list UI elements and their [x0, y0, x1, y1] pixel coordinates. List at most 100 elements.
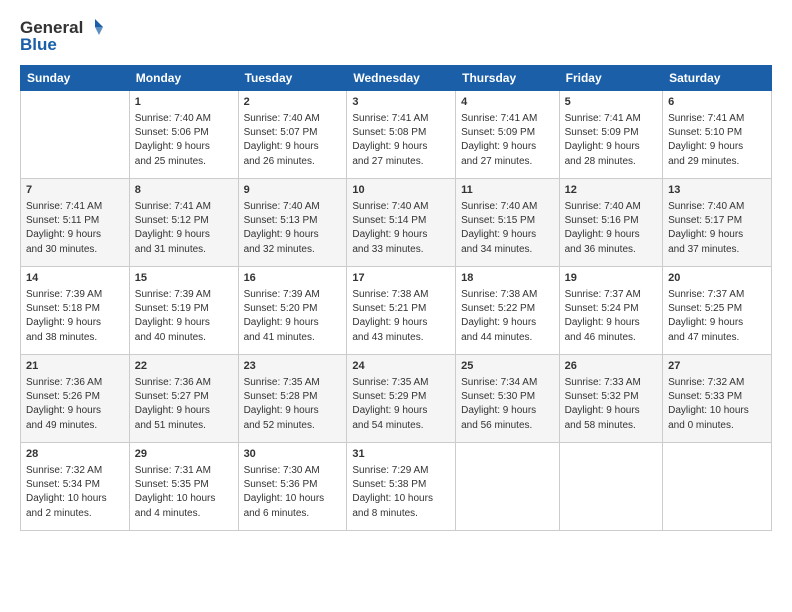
day-info: Sunrise: 7:29 AM Sunset: 5:38 PM Dayligh…: [352, 464, 450, 521]
day-number: 20: [668, 271, 766, 287]
calendar-cell: 28Sunrise: 7:32 AM Sunset: 5:34 PM Dayli…: [21, 443, 130, 531]
day-info: Sunrise: 7:37 AM Sunset: 5:24 PM Dayligh…: [565, 288, 658, 345]
day-number: 6: [668, 95, 766, 111]
calendar-cell: 26Sunrise: 7:33 AM Sunset: 5:32 PM Dayli…: [559, 355, 663, 443]
calendar-cell: 6Sunrise: 7:41 AM Sunset: 5:10 PM Daylig…: [663, 91, 772, 179]
calendar-page: General Blue SundayMondayTuesdayWednesda…: [0, 0, 792, 612]
calendar-cell: 11Sunrise: 7:40 AM Sunset: 5:15 PM Dayli…: [456, 179, 560, 267]
weekday-header: Wednesday: [347, 66, 456, 91]
calendar-cell: 19Sunrise: 7:37 AM Sunset: 5:24 PM Dayli…: [559, 267, 663, 355]
day-number: 1: [135, 95, 233, 111]
day-number: 15: [135, 271, 233, 287]
calendar-cell: 29Sunrise: 7:31 AM Sunset: 5:35 PM Dayli…: [129, 443, 238, 531]
day-info: Sunrise: 7:35 AM Sunset: 5:29 PM Dayligh…: [352, 376, 450, 433]
calendar-week-row: 14Sunrise: 7:39 AM Sunset: 5:18 PM Dayli…: [21, 267, 772, 355]
calendar-week-row: 21Sunrise: 7:36 AM Sunset: 5:26 PM Dayli…: [21, 355, 772, 443]
calendar-cell: 10Sunrise: 7:40 AM Sunset: 5:14 PM Dayli…: [347, 179, 456, 267]
day-info: Sunrise: 7:34 AM Sunset: 5:30 PM Dayligh…: [461, 376, 554, 433]
calendar-cell: [559, 443, 663, 531]
calendar-cell: 18Sunrise: 7:38 AM Sunset: 5:22 PM Dayli…: [456, 267, 560, 355]
day-info: Sunrise: 7:40 AM Sunset: 5:07 PM Dayligh…: [244, 112, 342, 169]
calendar-cell: 22Sunrise: 7:36 AM Sunset: 5:27 PM Dayli…: [129, 355, 238, 443]
day-info: Sunrise: 7:38 AM Sunset: 5:22 PM Dayligh…: [461, 288, 554, 345]
day-info: Sunrise: 7:39 AM Sunset: 5:18 PM Dayligh…: [26, 288, 124, 345]
calendar-cell: 23Sunrise: 7:35 AM Sunset: 5:28 PM Dayli…: [238, 355, 347, 443]
day-info: Sunrise: 7:36 AM Sunset: 5:27 PM Dayligh…: [135, 376, 233, 433]
day-number: 5: [565, 95, 658, 111]
day-info: Sunrise: 7:39 AM Sunset: 5:20 PM Dayligh…: [244, 288, 342, 345]
calendar-cell: [21, 91, 130, 179]
calendar-cell: 24Sunrise: 7:35 AM Sunset: 5:29 PM Dayli…: [347, 355, 456, 443]
day-info: Sunrise: 7:40 AM Sunset: 5:13 PM Dayligh…: [244, 200, 342, 257]
day-number: 14: [26, 271, 124, 287]
calendar-cell: 1Sunrise: 7:40 AM Sunset: 5:06 PM Daylig…: [129, 91, 238, 179]
calendar-cell: 4Sunrise: 7:41 AM Sunset: 5:09 PM Daylig…: [456, 91, 560, 179]
day-info: Sunrise: 7:41 AM Sunset: 5:12 PM Dayligh…: [135, 200, 233, 257]
logo: General Blue: [20, 18, 105, 55]
day-number: 18: [461, 271, 554, 287]
day-info: Sunrise: 7:40 AM Sunset: 5:16 PM Dayligh…: [565, 200, 658, 257]
calendar-week-row: 7Sunrise: 7:41 AM Sunset: 5:11 PM Daylig…: [21, 179, 772, 267]
calendar-cell: 20Sunrise: 7:37 AM Sunset: 5:25 PM Dayli…: [663, 267, 772, 355]
day-number: 22: [135, 359, 233, 375]
calendar-cell: 30Sunrise: 7:30 AM Sunset: 5:36 PM Dayli…: [238, 443, 347, 531]
calendar-cell: 27Sunrise: 7:32 AM Sunset: 5:33 PM Dayli…: [663, 355, 772, 443]
day-number: 25: [461, 359, 554, 375]
calendar-cell: 31Sunrise: 7:29 AM Sunset: 5:38 PM Dayli…: [347, 443, 456, 531]
calendar-cell: 8Sunrise: 7:41 AM Sunset: 5:12 PM Daylig…: [129, 179, 238, 267]
day-number: 31: [352, 447, 450, 463]
calendar-cell: 14Sunrise: 7:39 AM Sunset: 5:18 PM Dayli…: [21, 267, 130, 355]
calendar-cell: 3Sunrise: 7:41 AM Sunset: 5:08 PM Daylig…: [347, 91, 456, 179]
day-number: 2: [244, 95, 342, 111]
day-info: Sunrise: 7:41 AM Sunset: 5:09 PM Dayligh…: [461, 112, 554, 169]
day-number: 13: [668, 183, 766, 199]
day-number: 29: [135, 447, 233, 463]
day-info: Sunrise: 7:38 AM Sunset: 5:21 PM Dayligh…: [352, 288, 450, 345]
day-info: Sunrise: 7:41 AM Sunset: 5:11 PM Dayligh…: [26, 200, 124, 257]
calendar-cell: 2Sunrise: 7:40 AM Sunset: 5:07 PM Daylig…: [238, 91, 347, 179]
header: General Blue: [20, 18, 772, 55]
day-number: 3: [352, 95, 450, 111]
day-info: Sunrise: 7:40 AM Sunset: 5:17 PM Dayligh…: [668, 200, 766, 257]
logo-blue: Blue: [20, 35, 105, 55]
day-number: 9: [244, 183, 342, 199]
day-number: 11: [461, 183, 554, 199]
day-info: Sunrise: 7:32 AM Sunset: 5:33 PM Dayligh…: [668, 376, 766, 433]
day-number: 23: [244, 359, 342, 375]
day-number: 4: [461, 95, 554, 111]
weekday-header: Tuesday: [238, 66, 347, 91]
day-info: Sunrise: 7:37 AM Sunset: 5:25 PM Dayligh…: [668, 288, 766, 345]
day-number: 16: [244, 271, 342, 287]
day-info: Sunrise: 7:35 AM Sunset: 5:28 PM Dayligh…: [244, 376, 342, 433]
day-number: 28: [26, 447, 124, 463]
calendar-cell: 5Sunrise: 7:41 AM Sunset: 5:09 PM Daylig…: [559, 91, 663, 179]
calendar-cell: 21Sunrise: 7:36 AM Sunset: 5:26 PM Dayli…: [21, 355, 130, 443]
day-info: Sunrise: 7:32 AM Sunset: 5:34 PM Dayligh…: [26, 464, 124, 521]
calendar-cell: 13Sunrise: 7:40 AM Sunset: 5:17 PM Dayli…: [663, 179, 772, 267]
weekday-header: Thursday: [456, 66, 560, 91]
calendar-cell: 9Sunrise: 7:40 AM Sunset: 5:13 PM Daylig…: [238, 179, 347, 267]
calendar-cell: 16Sunrise: 7:39 AM Sunset: 5:20 PM Dayli…: [238, 267, 347, 355]
day-number: 24: [352, 359, 450, 375]
calendar-cell: 7Sunrise: 7:41 AM Sunset: 5:11 PM Daylig…: [21, 179, 130, 267]
calendar-cell: 17Sunrise: 7:38 AM Sunset: 5:21 PM Dayli…: [347, 267, 456, 355]
day-info: Sunrise: 7:33 AM Sunset: 5:32 PM Dayligh…: [565, 376, 658, 433]
weekday-header-row: SundayMondayTuesdayWednesdayThursdayFrid…: [21, 66, 772, 91]
weekday-header: Monday: [129, 66, 238, 91]
day-info: Sunrise: 7:41 AM Sunset: 5:10 PM Dayligh…: [668, 112, 766, 169]
calendar-cell: 12Sunrise: 7:40 AM Sunset: 5:16 PM Dayli…: [559, 179, 663, 267]
day-info: Sunrise: 7:36 AM Sunset: 5:26 PM Dayligh…: [26, 376, 124, 433]
day-info: Sunrise: 7:40 AM Sunset: 5:15 PM Dayligh…: [461, 200, 554, 257]
day-number: 26: [565, 359, 658, 375]
day-info: Sunrise: 7:30 AM Sunset: 5:36 PM Dayligh…: [244, 464, 342, 521]
day-number: 10: [352, 183, 450, 199]
calendar-cell: 25Sunrise: 7:34 AM Sunset: 5:30 PM Dayli…: [456, 355, 560, 443]
day-number: 17: [352, 271, 450, 287]
calendar-cell: [663, 443, 772, 531]
day-info: Sunrise: 7:40 AM Sunset: 5:14 PM Dayligh…: [352, 200, 450, 257]
logo-icon: [85, 17, 105, 37]
day-info: Sunrise: 7:41 AM Sunset: 5:09 PM Dayligh…: [565, 112, 658, 169]
day-number: 27: [668, 359, 766, 375]
day-info: Sunrise: 7:39 AM Sunset: 5:19 PM Dayligh…: [135, 288, 233, 345]
calendar-table: SundayMondayTuesdayWednesdayThursdayFrid…: [20, 65, 772, 531]
